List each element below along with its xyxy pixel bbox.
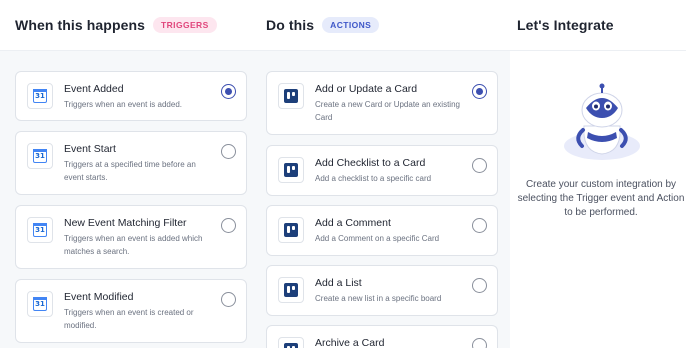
trello-icon xyxy=(278,83,304,109)
action-desc: Create a new Card or Update an existing … xyxy=(315,100,460,122)
integrate-header: Let's Integrate xyxy=(517,0,614,50)
action-desc: Create a new list in a specific board xyxy=(315,294,442,303)
trigger-title: Event Added xyxy=(64,83,124,95)
google-calendar-icon: 31 xyxy=(27,143,53,169)
trigger-radio[interactable] xyxy=(221,292,236,307)
actions-heading: Do this xyxy=(266,17,315,33)
trigger-radio-selected[interactable] xyxy=(221,84,236,99)
google-calendar-icon: 31 xyxy=(27,83,53,109)
action-title: Add Checklist to a Card xyxy=(315,157,426,169)
trello-glyph xyxy=(284,283,298,297)
integrate-message: Create your custom integration by select… xyxy=(517,179,685,218)
trigger-radio[interactable] xyxy=(221,218,236,233)
trello-glyph xyxy=(284,223,298,237)
triggers-header: When this happens TRIGGERS xyxy=(15,0,217,50)
trigger-title: Event Start xyxy=(64,143,116,155)
trello-glyph xyxy=(284,89,298,103)
calendar-glyph: 31 xyxy=(33,223,47,237)
action-option-add-comment[interactable]: Add a Comment Add a Comment on a specifi… xyxy=(266,205,498,256)
trello-icon xyxy=(278,337,304,348)
trigger-option-event-modified[interactable]: 31 Event Modified Triggers when an event… xyxy=(15,279,247,343)
action-option-add-list[interactable]: Add a List Create a new list in a specif… xyxy=(266,265,498,316)
action-title: Add or Update a Card xyxy=(315,83,418,95)
action-radio[interactable] xyxy=(472,218,487,233)
trello-icon xyxy=(278,277,304,303)
action-option-archive-card[interactable]: Archive a Card xyxy=(266,325,498,348)
action-title: Add a Comment xyxy=(315,217,391,229)
action-radio-selected[interactable] xyxy=(472,84,487,99)
trigger-option-event-start[interactable]: 31 Event Start Triggers at a specified t… xyxy=(15,131,247,195)
trigger-option-new-event-matching-filter[interactable]: 31 New Event Matching Filter Triggers wh… xyxy=(15,205,247,269)
action-desc: Add a Comment on a specific Card xyxy=(315,234,440,243)
calendar-glyph: 31 xyxy=(33,297,47,311)
trello-glyph xyxy=(284,163,298,177)
robot-icon xyxy=(560,82,644,166)
actions-header: Do this ACTIONS xyxy=(266,0,380,50)
calendar-glyph: 31 xyxy=(33,149,47,163)
triggers-heading: When this happens xyxy=(15,17,146,33)
integrate-heading: Let's Integrate xyxy=(517,17,614,33)
google-calendar-icon: 31 xyxy=(27,217,53,243)
action-option-add-or-update-card[interactable]: Add or Update a Card Create a new Card o… xyxy=(266,71,498,135)
action-radio[interactable] xyxy=(472,278,487,293)
calendar-glyph: 31 xyxy=(33,89,47,103)
action-title: Add a List xyxy=(315,277,362,289)
trello-icon xyxy=(278,217,304,243)
trello-glyph xyxy=(284,343,298,348)
trigger-option-event-added[interactable]: 31 Event Added Triggers when an event is… xyxy=(15,71,247,121)
action-desc: Add a checklist to a specific card xyxy=(315,174,432,183)
trigger-title: Event Modified xyxy=(64,291,134,303)
action-title: Archive a Card xyxy=(315,337,385,348)
header-divider xyxy=(0,50,686,51)
trigger-desc: Triggers when an event is added which ma… xyxy=(64,234,203,256)
trigger-desc: Triggers at a specified time before an e… xyxy=(64,160,196,182)
triggers-badge: TRIGGERS xyxy=(153,17,217,33)
action-option-add-checklist[interactable]: Add Checklist to a Card Add a checklist … xyxy=(266,145,498,196)
google-calendar-icon: 31 xyxy=(27,291,53,317)
actions-badge: ACTIONS xyxy=(322,17,380,33)
trigger-desc: Triggers when an event is created or mod… xyxy=(64,308,194,330)
trigger-title: New Event Matching Filter xyxy=(64,217,187,229)
trigger-radio[interactable] xyxy=(221,144,236,159)
trigger-desc: Triggers when an event is added. xyxy=(64,100,182,109)
action-radio[interactable] xyxy=(472,158,487,173)
action-radio[interactable] xyxy=(472,338,487,348)
trello-icon xyxy=(278,157,304,183)
